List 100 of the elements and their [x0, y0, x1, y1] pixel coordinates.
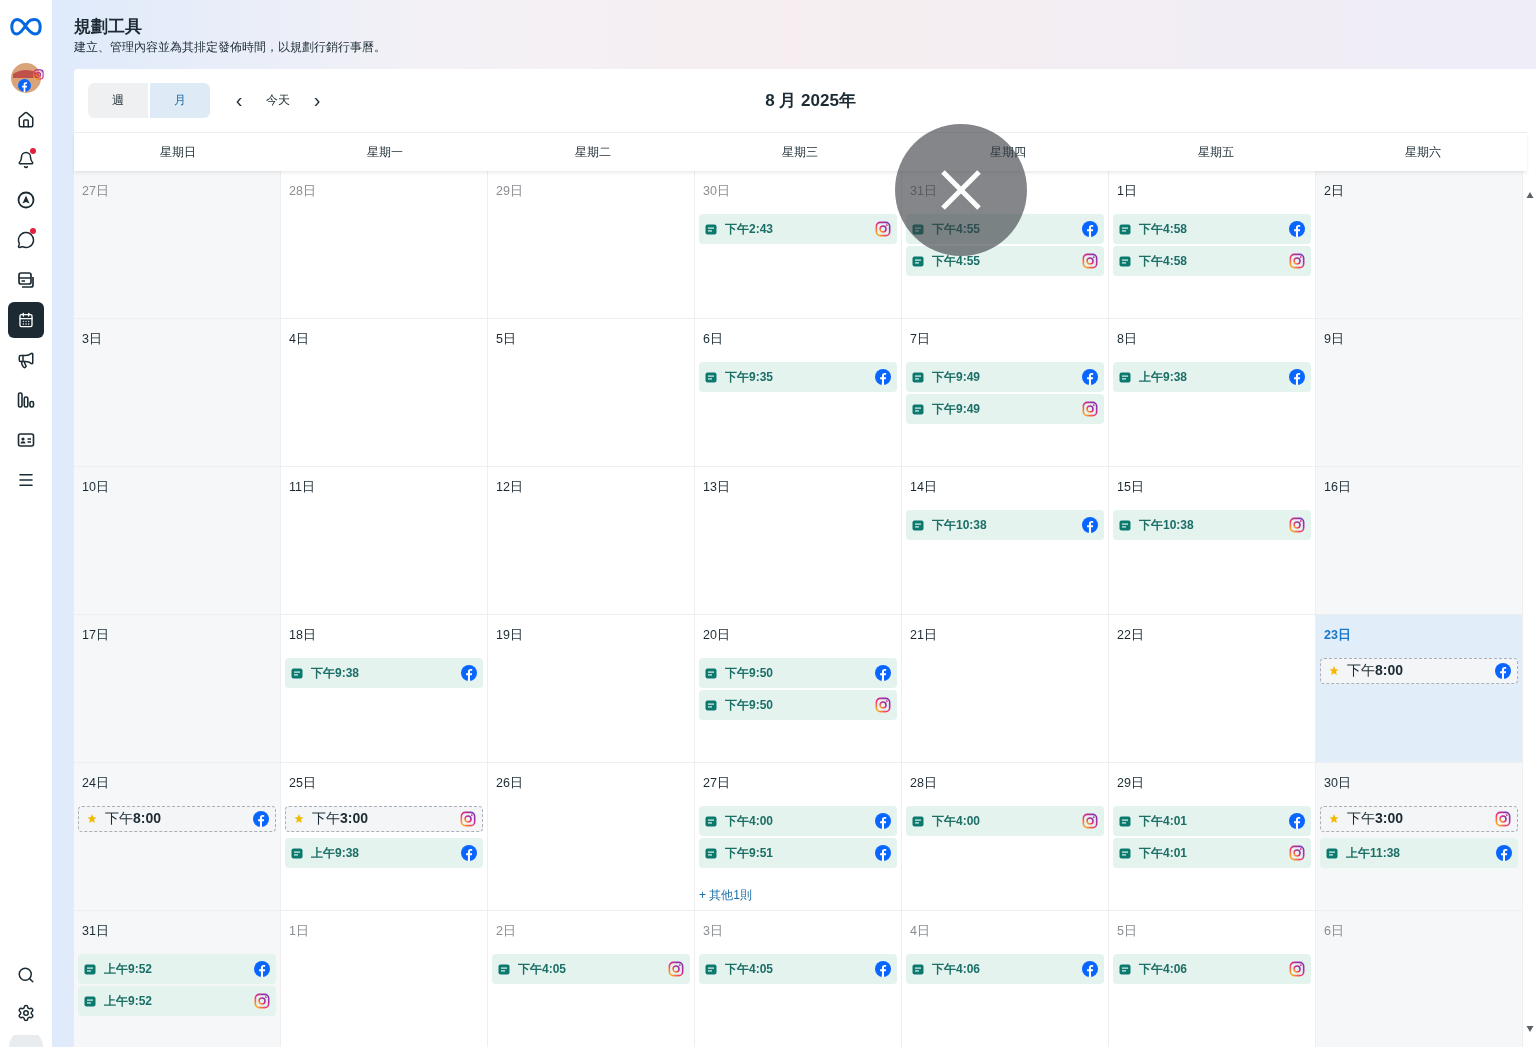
scheduled-post[interactable]: 下午4:55 — [906, 246, 1104, 276]
scheduled-post[interactable]: 下午9:50 — [699, 658, 897, 688]
scheduled-post[interactable]: 下午9:49 — [906, 362, 1104, 392]
event-time: 下午9:49 — [932, 400, 982, 418]
instagram-icon — [1289, 253, 1305, 269]
scheduled-post[interactable]: 下午9:38 — [285, 658, 483, 688]
day-number: 28日 — [909, 775, 937, 792]
view-tab[interactable]: 月 — [150, 83, 210, 118]
view-tab[interactable]: 週 — [88, 83, 148, 118]
instagram-icon — [1289, 961, 1305, 977]
sparkle-star-icon — [1327, 813, 1339, 825]
event-time: 下午9:50 — [725, 664, 775, 682]
post-icon — [705, 667, 717, 679]
weekday-header: 星期四 — [990, 144, 1027, 159]
weekday-header: 星期日 — [159, 144, 196, 159]
instagram-icon — [254, 993, 270, 1009]
instagram-icon — [1082, 813, 1098, 829]
day-number: 11日 — [288, 479, 315, 496]
more-link[interactable]: + 其他1則 — [699, 887, 752, 904]
draft-event[interactable]: 下午8:00 — [1320, 658, 1518, 684]
scheduled-post[interactable]: 下午4:58 — [1113, 214, 1311, 244]
day-number: 9日 — [1323, 331, 1344, 348]
event-time: 下午4:01 — [1139, 844, 1189, 862]
next-button[interactable]: › — [304, 85, 330, 116]
day-number: 5日 — [1116, 923, 1137, 940]
scheduled-post[interactable]: 下午4:05 — [699, 954, 897, 984]
day-number: 22日 — [1116, 627, 1144, 644]
navigation-icon — [17, 191, 35, 209]
scheduled-post[interactable]: 下午4:01 — [1113, 806, 1311, 836]
scheduled-post[interactable]: 上午11:38 — [1320, 838, 1518, 868]
post-icon — [498, 963, 510, 975]
scheduled-post[interactable]: 上午9:38 — [285, 838, 483, 868]
sparkle-star-icon — [292, 813, 304, 825]
weekday-header: 星期二 — [574, 144, 611, 159]
sidebar-item[interactable] — [8, 302, 44, 338]
scheduled-post[interactable]: 下午4:00 — [699, 806, 897, 836]
scheduled-post[interactable]: 下午4:00 — [906, 806, 1104, 836]
scheduled-post[interactable]: 下午9:50 — [699, 690, 897, 720]
event-time: 下午4:00 — [932, 812, 982, 830]
contact-card-icon — [17, 431, 35, 449]
event-time: 上午9:38 — [311, 844, 361, 862]
day-number: 30日 — [702, 183, 730, 200]
post-icon — [912, 223, 924, 235]
scroll-up-icon[interactable] — [1525, 191, 1534, 199]
weekday-header: 星期三 — [782, 144, 819, 159]
settings-icon — [17, 1004, 35, 1022]
scheduled-post[interactable]: 下午4:06 — [906, 954, 1104, 984]
event-time: 下午4:58 — [1139, 220, 1189, 238]
day-number: 13日 — [702, 479, 730, 496]
post-icon — [705, 963, 717, 975]
instagram-icon — [1495, 811, 1511, 827]
draft-event[interactable]: 下午3:00 — [1320, 806, 1518, 832]
day-number: 25日 — [288, 775, 316, 792]
instagram-icon — [1082, 253, 1098, 269]
facebook-icon — [461, 845, 477, 861]
facebook-icon — [1289, 369, 1305, 385]
day-number: 27日 — [702, 775, 730, 792]
facebook-icon — [1495, 663, 1511, 679]
post-icon — [291, 667, 303, 679]
post-icon — [1119, 963, 1131, 975]
event-time: 下午4:55 — [932, 252, 982, 270]
post-icon — [705, 815, 717, 827]
post-icon — [705, 371, 717, 383]
previous-button[interactable]: ‹ — [226, 85, 252, 116]
draft-event[interactable]: 下午8:00 — [78, 806, 276, 832]
chat-icon — [17, 231, 35, 249]
scheduled-post[interactable]: 上午9:38 — [1113, 362, 1311, 392]
scheduled-post[interactable]: 下午9:51 — [699, 838, 897, 868]
day-number: 26日 — [495, 775, 523, 792]
post-icon — [912, 403, 924, 415]
today-button[interactable]: 今天 — [252, 86, 304, 115]
day-number: 27日 — [81, 183, 109, 200]
day-number: 21日 — [909, 627, 937, 644]
scheduled-post[interactable]: 下午4:58 — [1113, 246, 1311, 276]
facebook-icon — [1082, 221, 1098, 237]
day-number: 31日 — [81, 923, 109, 940]
post-icon — [912, 255, 924, 267]
draft-event[interactable]: 下午3:00 — [285, 806, 483, 832]
post-icon — [705, 847, 717, 859]
scheduled-post[interactable]: 下午4:06 — [1113, 954, 1311, 984]
day-number: 16日 — [1323, 479, 1351, 496]
scheduled-post[interactable]: 下午10:38 — [906, 510, 1104, 540]
post-icon — [1119, 519, 1131, 531]
post-icon — [912, 963, 924, 975]
scheduled-post[interactable]: 下午10:38 — [1113, 510, 1311, 540]
scheduled-post[interactable]: 下午2:43 — [699, 214, 897, 244]
post-icon — [705, 699, 717, 711]
event-time: 下午9:35 — [725, 368, 775, 386]
scheduled-post[interactable]: 下午9:35 — [699, 362, 897, 392]
scheduled-post[interactable]: 下午9:49 — [906, 394, 1104, 424]
scheduled-post[interactable]: 下午4:01 — [1113, 838, 1311, 868]
event-time: 下午9:49 — [932, 368, 982, 386]
day-number: 17日 — [81, 627, 109, 644]
scheduled-post[interactable]: 下午4:05 — [492, 954, 690, 984]
scroll-down-icon[interactable] — [1525, 1025, 1534, 1033]
facebook-icon — [1082, 517, 1098, 533]
scheduled-post[interactable]: 上午9:52 — [78, 954, 276, 984]
facebook-icon — [875, 665, 891, 681]
scheduled-post[interactable]: 上午9:52 — [78, 986, 276, 1016]
page-subtitle: 建立、管理內容並為其排定發佈時間，以規劃行銷行事曆。 — [74, 40, 387, 55]
